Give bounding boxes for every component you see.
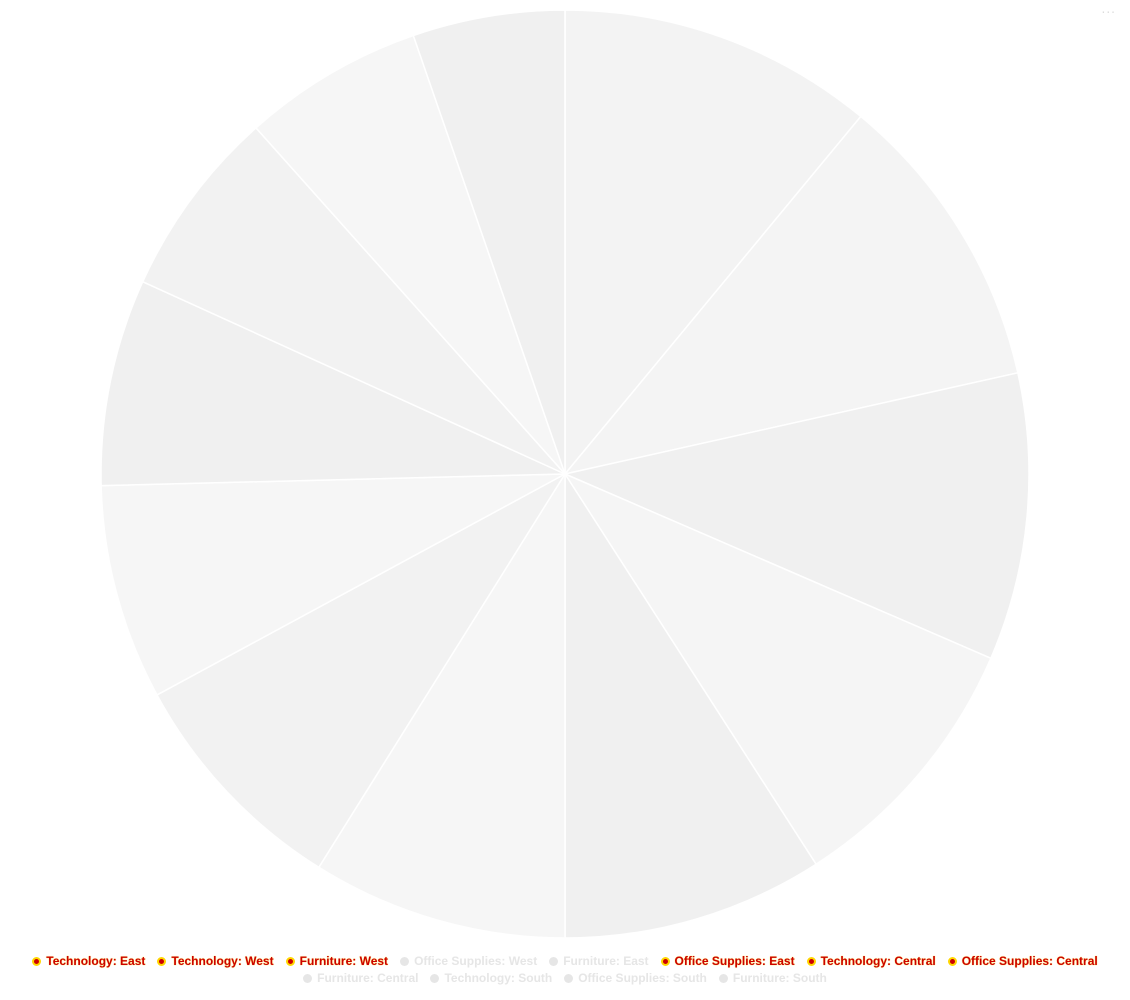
legend-item-12[interactable]: Furniture: South bbox=[718, 971, 827, 985]
legend-marker-icon bbox=[285, 956, 295, 966]
legend-label: Office Supplies: South bbox=[578, 971, 707, 985]
legend-marker-icon bbox=[157, 956, 167, 966]
legend-item-9[interactable]: Furniture: Central bbox=[303, 971, 418, 985]
legend-label: Furniture: South bbox=[732, 971, 827, 985]
legend-marker-icon bbox=[947, 956, 957, 966]
legend-label: Office Supplies: Central bbox=[961, 954, 1098, 968]
legend-label: Office Supplies: West bbox=[414, 954, 538, 968]
legend-item-3[interactable]: Furniture: West bbox=[285, 954, 389, 968]
legend-marker-icon bbox=[430, 973, 440, 983]
legend-label: Furniture: East bbox=[563, 954, 649, 968]
legend-marker-icon bbox=[303, 973, 313, 983]
legend-marker-icon bbox=[564, 973, 574, 983]
legend-item-11[interactable]: Office Supplies: South bbox=[564, 971, 707, 985]
pie-chart bbox=[100, 9, 1030, 939]
legend-marker-icon bbox=[400, 956, 410, 966]
legend-marker-icon bbox=[660, 956, 670, 966]
legend-item-4[interactable]: Office Supplies: West bbox=[400, 954, 537, 968]
legend-label: Technology: Central bbox=[820, 954, 936, 968]
legend-label: Technology: West bbox=[171, 954, 274, 968]
legend-marker-icon bbox=[32, 956, 42, 966]
chart-legend: Technology: East Technology: West Furnitur… bbox=[0, 954, 1130, 985]
pie-slices bbox=[100, 9, 1030, 939]
legend-item-7[interactable]: Technology: Central bbox=[806, 954, 936, 968]
legend-marker-icon bbox=[549, 956, 559, 966]
legend-item-5[interactable]: Furniture: East bbox=[549, 954, 649, 968]
legend-label: Office Supplies: East bbox=[674, 954, 795, 968]
chart-menu-button[interactable]: ... bbox=[1102, 2, 1116, 16]
legend-label: Technology: South bbox=[444, 971, 553, 985]
legend-item-2[interactable]: Technology: West bbox=[157, 954, 274, 968]
legend-item-1[interactable]: Technology: East bbox=[32, 954, 145, 968]
legend-label: Technology: East bbox=[46, 954, 146, 968]
legend-item-10[interactable]: Technology: South bbox=[430, 971, 552, 985]
legend-label: Furniture: Central bbox=[317, 971, 419, 985]
legend-label: Furniture: West bbox=[299, 954, 389, 968]
legend-item-8[interactable]: Office Supplies: Central bbox=[947, 954, 1098, 968]
legend-item-6[interactable]: Office Supplies: East bbox=[660, 954, 795, 968]
legend-marker-icon bbox=[806, 956, 816, 966]
legend-marker-icon bbox=[718, 973, 728, 983]
